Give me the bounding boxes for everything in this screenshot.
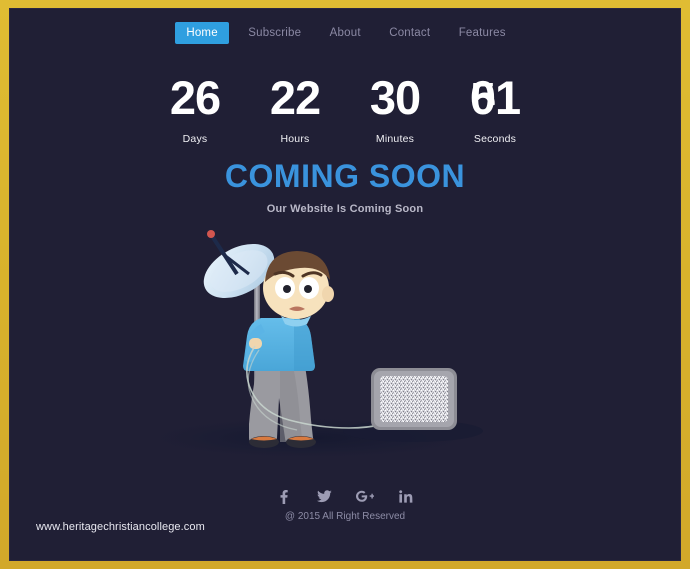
countdown-seconds-value: 01 5 [445,74,545,124]
countdown-cell-seconds: 01 5 Seconds [445,74,545,145]
countdown-hours-value: 22 [269,71,321,124]
countdown-cell-days: 26 Days [145,74,245,145]
ear [322,286,334,302]
social-links [9,489,681,507]
tv-screen-gloss [380,376,448,422]
page-subtitle: Our Website Is Coming Soon [266,203,424,215]
main-navigation: Home Subscribe About Contact Features [9,22,681,44]
television [371,368,457,430]
twitter-icon[interactable] [314,489,336,506]
hand-left [249,338,262,349]
countdown-seconds-label: Seconds [473,133,517,145]
nav-item-features[interactable]: Features [450,22,515,44]
countdown-hours-label: Hours [280,133,310,145]
countdown-seconds-flip: 01 5 [470,74,521,121]
gold-page-frame: Home Subscribe About Contact Features 26… [0,0,690,569]
pupil-right [304,285,312,293]
countdown-minutes-label: Minutes [375,133,415,145]
page-content: Home Subscribe About Contact Features 26… [9,8,681,561]
linkedin-icon[interactable] [395,489,417,506]
countdown-timer: 26 Days 22 Hours 30 Minutes 01 5 [9,74,681,145]
google-plus-icon[interactable] [354,490,376,506]
nav-item-about[interactable]: About [321,22,370,44]
page-title: COMING SOON [224,158,466,194]
facebook-icon[interactable] [273,489,295,506]
countdown-minutes-value: 30 [369,71,421,124]
nav-item-subscribe[interactable]: Subscribe [239,22,310,44]
nav-item-home[interactable]: Home [175,22,229,44]
dish-lnb-tip [207,230,215,238]
pupil-left [283,285,291,293]
countdown-seconds-flip-artifact: 5 [470,83,520,105]
coming-soon-illustration [9,226,681,476]
site-watermark: www.heritagechristiancollege.com [36,521,205,533]
countdown-cell-minutes: 30 Minutes [345,74,445,145]
countdown-days-value: 26 [169,71,221,124]
nav-item-contact[interactable]: Contact [380,22,439,44]
countdown-days-label: Days [182,133,208,145]
countdown-cell-hours: 22 Hours [245,74,345,145]
